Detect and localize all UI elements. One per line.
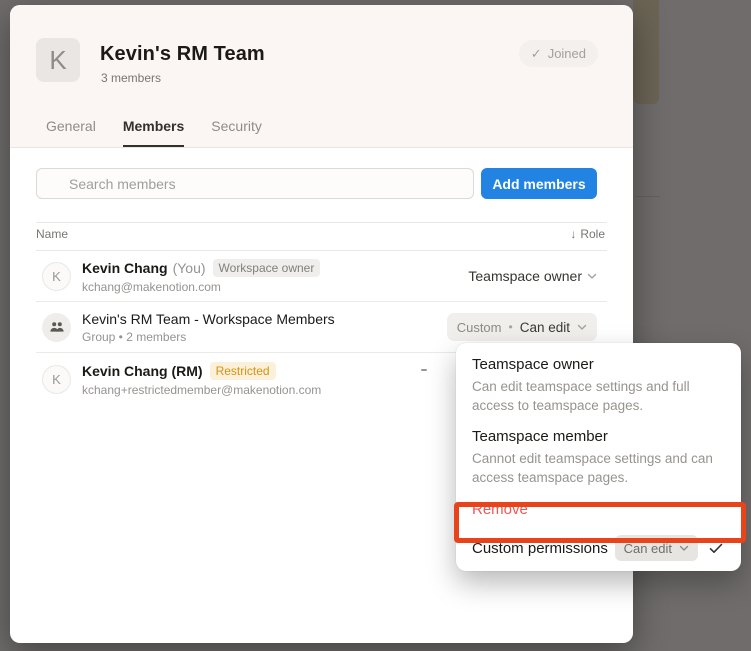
menu-item-teamspace-member[interactable]: Teamspace member Cannot edit teamspace s…	[472, 415, 725, 487]
option-description: Cannot edit teamspace settings and can a…	[472, 449, 724, 487]
avatar-letter: K	[52, 372, 61, 387]
add-members-button[interactable]: Add members	[481, 168, 597, 199]
avatar: K	[42, 262, 71, 291]
menu-item-remove[interactable]: Remove	[472, 500, 725, 520]
member-email: kchang@makenotion.com	[82, 280, 320, 294]
member-name: Kevin Chang (RM)	[82, 363, 203, 379]
member-row-kevin-chang: K Kevin Chang (You) Workspace owner kcha…	[36, 251, 607, 302]
role-sort-header[interactable]: ↓ Role	[570, 227, 605, 241]
selected-check-icon	[709, 543, 723, 554]
group-name: Kevin's RM Team - Workspace Members	[82, 311, 335, 327]
search-members-input[interactable]	[36, 168, 474, 199]
chevron-down-icon	[587, 273, 597, 280]
background-artifact	[633, 0, 659, 104]
tab-bar: General Members Security	[46, 118, 262, 147]
teamspace-title: Kevin's RM Team	[100, 43, 265, 66]
custom-permissions-label: Custom permissions	[472, 540, 615, 557]
check-icon: ✓	[531, 46, 542, 62]
workspace-owner-badge: Workspace owner	[213, 259, 321, 277]
role-dropdown-teamspace-owner[interactable]: Teamspace owner	[468, 268, 597, 284]
name-column-header: Name	[36, 227, 68, 241]
group-avatar	[42, 313, 71, 342]
member-email: kchang+restrictedmember@makenotion.com	[82, 383, 321, 397]
background-divider	[636, 196, 660, 197]
hidden-role-fragment	[421, 369, 427, 371]
avatar-letter: K	[52, 269, 61, 284]
dialog-header: K Kevin's RM Team 3 members ✓ Joined Gen…	[10, 5, 633, 148]
joined-label: Joined	[548, 46, 586, 61]
menu-item-custom-permissions[interactable]: Custom permissions Can edit	[472, 533, 725, 563]
role-separator: •	[509, 320, 513, 334]
tab-security[interactable]: Security	[211, 118, 262, 147]
group-meta: Group • 2 members	[82, 330, 335, 344]
role-prefix: Custom	[457, 320, 502, 335]
sort-down-icon: ↓	[570, 227, 576, 241]
role-options-menu: Teamspace owner Can edit teamspace setti…	[456, 343, 741, 571]
can-edit-dropdown[interactable]: Can edit	[615, 535, 698, 561]
joined-button[interactable]: ✓ Joined	[519, 40, 598, 67]
you-indicator: (You)	[173, 260, 206, 276]
member-name: Kevin Chang	[82, 260, 168, 276]
can-edit-value: Can edit	[624, 541, 672, 556]
role-dropdown-custom-can-edit[interactable]: Custom • Can edit	[447, 313, 597, 341]
teamspace-member-count: 3 members	[101, 71, 161, 85]
tab-members[interactable]: Members	[123, 118, 184, 147]
avatar: K	[42, 365, 71, 394]
chevron-down-icon	[577, 324, 587, 331]
option-description: Can edit teamspace settings and full acc…	[472, 377, 724, 415]
teamspace-avatar: K	[36, 38, 80, 82]
chevron-down-icon	[679, 545, 689, 552]
role-value: Teamspace owner	[468, 268, 582, 284]
option-title: Teamspace owner	[472, 355, 725, 375]
divider	[36, 222, 607, 223]
menu-item-teamspace-owner[interactable]: Teamspace owner Can edit teamspace setti…	[472, 349, 725, 415]
option-title: Teamspace member	[472, 427, 725, 447]
group-info: Kevin's RM Team - Workspace Members Grou…	[82, 311, 335, 344]
people-icon	[49, 321, 65, 333]
role-column-label: Role	[580, 227, 605, 241]
role-value: Can edit	[520, 320, 570, 335]
screen: K Kevin's RM Team 3 members ✓ Joined Gen…	[0, 0, 751, 651]
restricted-badge: Restricted	[210, 362, 276, 380]
member-info: Kevin Chang (You) Workspace owner kchang…	[82, 259, 320, 294]
member-info: Kevin Chang (RM) Restricted kchang+restr…	[82, 362, 321, 397]
teamspace-avatar-letter: K	[49, 45, 66, 76]
tab-general[interactable]: General	[46, 118, 96, 147]
